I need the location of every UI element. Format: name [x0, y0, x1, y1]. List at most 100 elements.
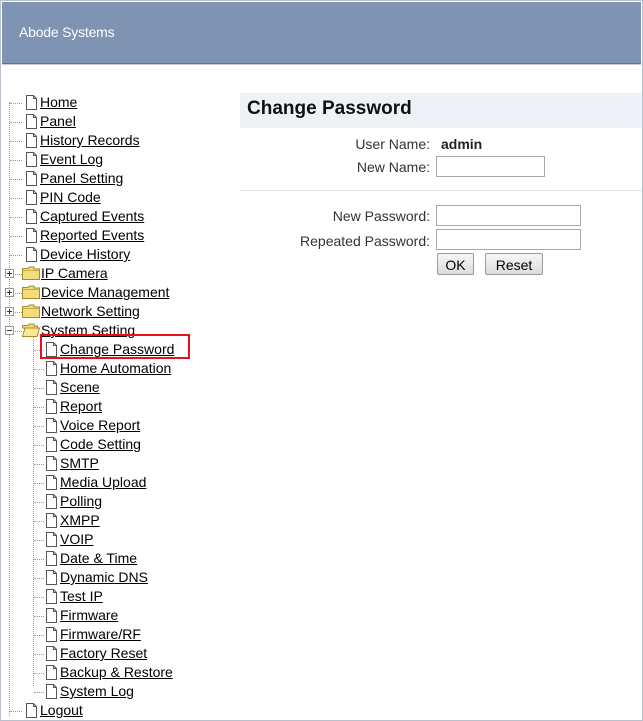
tree-child-item[interactable]: Firmware/RF: [44, 625, 141, 644]
tree-item-link[interactable]: Device Management: [41, 284, 169, 300]
selection-highlight: [40, 334, 190, 359]
tree-child-link[interactable]: Date & Time: [60, 550, 137, 566]
tree-child-link[interactable]: XMPP: [60, 512, 100, 528]
tree-item[interactable]: Panel Setting: [24, 169, 123, 188]
tree-child-link[interactable]: Firmware/RF: [60, 626, 141, 642]
tree-branch-line: [34, 540, 44, 541]
new-name-input[interactable]: [436, 156, 545, 177]
tree-item[interactable]: Event Log: [24, 150, 103, 169]
tree-child-item[interactable]: Factory Reset: [44, 644, 147, 663]
document-icon: [44, 456, 59, 471]
document-icon: [44, 684, 59, 699]
tree-branch-line: [34, 597, 44, 598]
header-divider: [2, 64, 641, 65]
tree-child-link[interactable]: Home Automation: [60, 360, 171, 376]
tree-branch-line: [10, 255, 22, 256]
expand-icon[interactable]: [5, 307, 14, 316]
new-password-input[interactable]: [436, 205, 581, 226]
tree-item[interactable]: Device Management: [22, 283, 169, 302]
tree-item-link[interactable]: IP Camera: [41, 265, 108, 281]
tree-child-item[interactable]: Test IP: [44, 587, 103, 606]
tree-child-item[interactable]: SMTP: [44, 454, 99, 473]
document-icon: [44, 380, 59, 395]
tree-child-link[interactable]: Voice Report: [60, 417, 140, 433]
tree-child-item[interactable]: Polling: [44, 492, 102, 511]
document-icon: [44, 665, 59, 680]
expand-icon[interactable]: [5, 288, 14, 297]
folder-icon: [22, 266, 40, 280]
tree-child-item[interactable]: VOIP: [44, 530, 93, 549]
tree-branch-line: [34, 483, 44, 484]
tree-branch-line: [34, 388, 44, 389]
document-icon: [44, 437, 59, 452]
tree-child-link[interactable]: Scene: [60, 379, 100, 395]
tree-item[interactable]: Network Setting: [22, 302, 140, 321]
tree-child-link[interactable]: Report: [60, 398, 102, 414]
tree-item-link[interactable]: Captured Events: [40, 208, 144, 224]
collapse-icon[interactable]: [5, 326, 14, 335]
tree-branch-line: [10, 141, 22, 142]
user-name-value: admin: [441, 136, 483, 152]
tree-child-item[interactable]: Media Upload: [44, 473, 146, 492]
tree-item[interactable]: Reported Events: [24, 226, 144, 245]
reset-button[interactable]: Reset: [485, 253, 543, 275]
tree-item-link[interactable]: PIN Code: [40, 189, 101, 205]
logout-link[interactable]: Logout: [40, 702, 83, 718]
tree-item[interactable]: Panel: [24, 112, 76, 131]
tree-item-link[interactable]: Device History: [40, 246, 130, 262]
tree-item-logout[interactable]: Logout: [24, 701, 83, 720]
tree-item-link[interactable]: History Records: [40, 132, 140, 148]
document-icon: [44, 570, 59, 585]
document-icon: [24, 95, 39, 110]
tree-child-item[interactable]: Scene: [44, 378, 100, 397]
tree-child-link[interactable]: Backup & Restore: [60, 664, 173, 680]
tree-item[interactable]: Device History: [24, 245, 130, 264]
tree-child-link[interactable]: Factory Reset: [60, 645, 147, 661]
tree-item[interactable]: PIN Code: [24, 188, 101, 207]
tree-item-link[interactable]: Reported Events: [40, 227, 144, 243]
tree-child-item[interactable]: XMPP: [44, 511, 100, 530]
tree-item[interactable]: IP Camera: [22, 264, 108, 283]
tree-child-link[interactable]: VOIP: [60, 531, 93, 547]
tree-item[interactable]: Home: [24, 93, 77, 112]
tree-child-item[interactable]: Backup & Restore: [44, 663, 173, 682]
tree-branch-line: [10, 217, 22, 218]
tree-child-link[interactable]: System Log: [60, 683, 134, 699]
tree-child-item[interactable]: System Log: [44, 682, 134, 701]
document-icon: [24, 114, 39, 129]
tree-item[interactable]: Captured Events: [24, 207, 144, 226]
tree-child-item[interactable]: Dynamic DNS: [44, 568, 148, 587]
user-name-label: User Name:: [355, 136, 430, 152]
document-icon: [44, 494, 59, 509]
document-icon: [44, 361, 59, 376]
document-icon: [44, 646, 59, 661]
tree-child-item[interactable]: Code Setting: [44, 435, 141, 454]
document-icon: [44, 399, 59, 414]
tree-child-link[interactable]: Media Upload: [60, 474, 146, 490]
document-icon: [44, 418, 59, 433]
tree-child-link[interactable]: SMTP: [60, 455, 99, 471]
tree-child-item[interactable]: Report: [44, 397, 102, 416]
tree-child-item[interactable]: Voice Report: [44, 416, 140, 435]
tree-branch-line: [34, 426, 44, 427]
repeated-password-input[interactable]: [436, 229, 581, 250]
document-icon: [24, 247, 39, 262]
document-icon: [24, 133, 39, 148]
tree-child-link[interactable]: Polling: [60, 493, 102, 509]
tree-item[interactable]: History Records: [24, 131, 140, 150]
document-icon: [44, 551, 59, 566]
tree-child-link[interactable]: Dynamic DNS: [60, 569, 148, 585]
ok-button[interactable]: OK: [437, 253, 474, 275]
tree-child-item[interactable]: Firmware: [44, 606, 118, 625]
tree-item-link[interactable]: Network Setting: [41, 303, 140, 319]
tree-child-item[interactable]: Home Automation: [44, 359, 171, 378]
tree-child-link[interactable]: Code Setting: [60, 436, 141, 452]
tree-child-item[interactable]: Date & Time: [44, 549, 137, 568]
tree-child-link[interactable]: Firmware: [60, 607, 118, 623]
tree-item-link[interactable]: Event Log: [40, 151, 103, 167]
expand-icon[interactable]: [5, 269, 14, 278]
tree-item-link[interactable]: Panel: [40, 113, 76, 129]
tree-item-link[interactable]: Panel Setting: [40, 170, 123, 186]
tree-child-link[interactable]: Test IP: [60, 588, 103, 604]
tree-item-link[interactable]: Home: [40, 94, 77, 110]
